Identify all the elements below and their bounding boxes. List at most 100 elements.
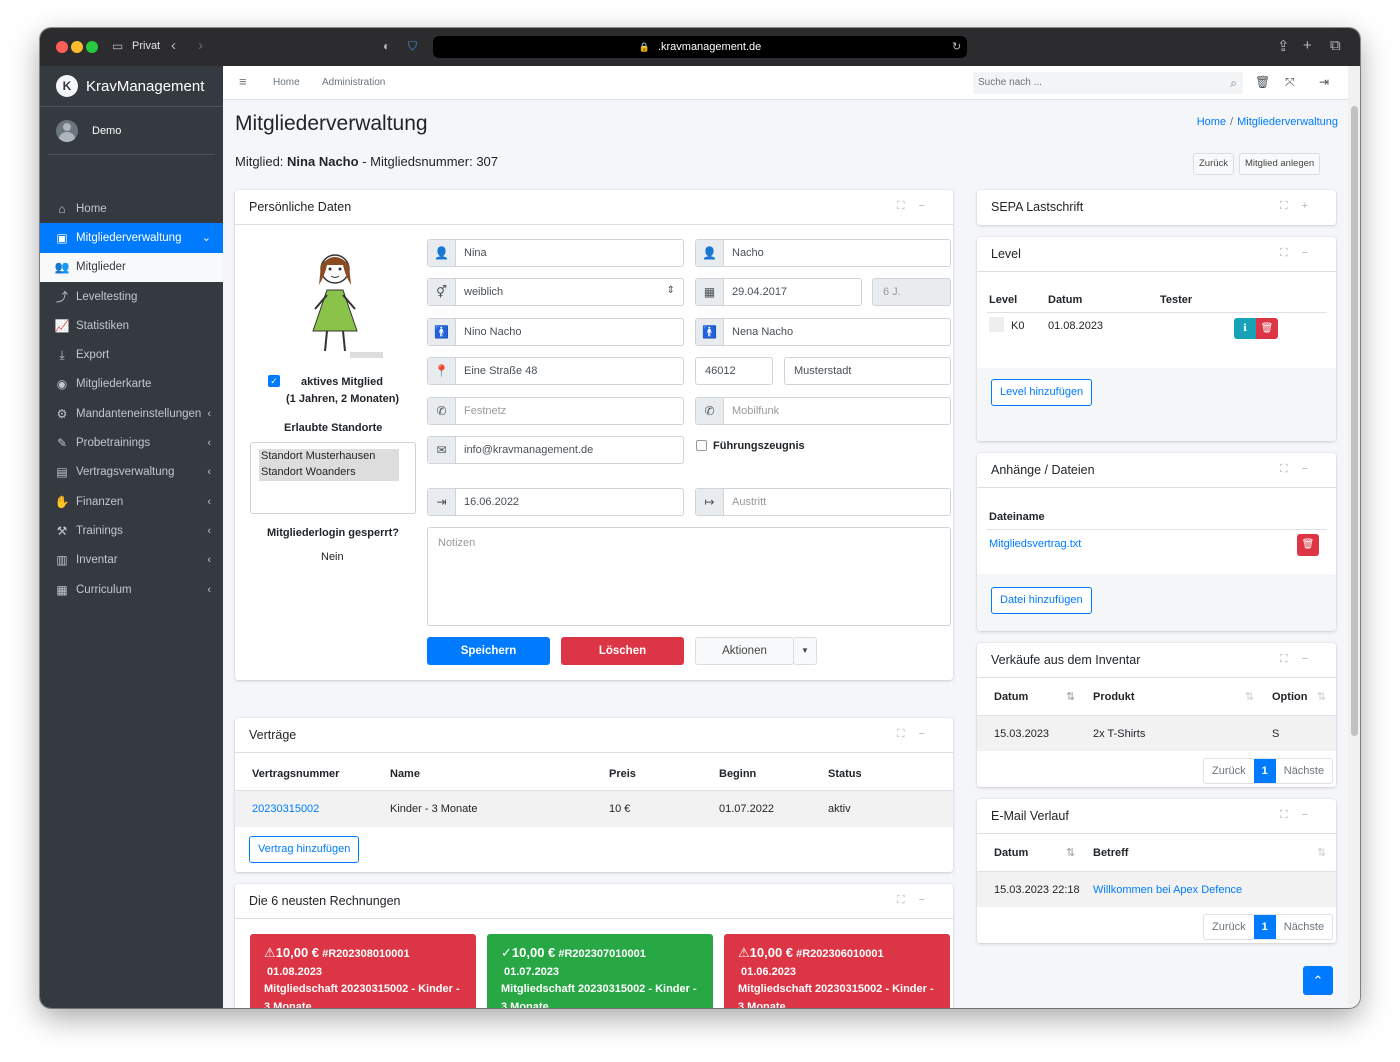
scrollbar-thumb[interactable] xyxy=(1351,106,1358,736)
sort-icon[interactable]: ⇅ xyxy=(1317,690,1326,703)
first-name-field[interactable]: 👤 Nina xyxy=(427,239,684,267)
table-header[interactable]: Datum xyxy=(994,691,1028,703)
phone-field[interactable]: ✆ Festnetz xyxy=(427,397,684,425)
location-option[interactable]: Standort Woanders xyxy=(261,466,356,478)
add-file-button[interactable]: Datei hinzufügen xyxy=(991,587,1092,614)
gender-select[interactable]: ⚥ weiblich ⇕ xyxy=(427,278,684,306)
table-header[interactable]: Option xyxy=(1272,691,1307,703)
minimize-window-button[interactable] xyxy=(71,41,83,53)
contract-number-link[interactable]: 20230315002 xyxy=(252,803,319,815)
card-tools[interactable]: ⛶− xyxy=(1280,247,1322,260)
table-header[interactable]: Vertragsnummer xyxy=(252,768,339,780)
forward-arrow-icon[interactable]: › xyxy=(198,37,203,54)
street-field[interactable]: 📍 Eine Straße 48 xyxy=(427,357,684,385)
pagination-prev[interactable]: Zurück xyxy=(1204,759,1254,783)
back-arrow-icon[interactable]: ‹ xyxy=(171,37,176,54)
sidebar-item-mitgliederkarte[interactable]: ◉ Mitgliederkarte xyxy=(40,370,223,399)
add-contract-button[interactable]: Vertrag hinzufügen xyxy=(249,836,360,863)
exit-date-field[interactable]: ↦ Austritt xyxy=(695,488,951,516)
email-field[interactable]: ✉ info@kravmanagement.de xyxy=(427,436,684,464)
invoice-tile[interactable]: ⚠10,00 € #R202306010001 01.06.2023 Mitglie… xyxy=(724,934,950,1008)
zoom-window-button[interactable] xyxy=(86,41,98,53)
reload-icon[interactable]: ↻ xyxy=(952,40,961,53)
table-header[interactable]: Betreff xyxy=(1093,847,1128,859)
back-button[interactable]: Zurück xyxy=(1193,153,1235,175)
sidebar-item-probetrainings[interactable]: ✎ Probetrainings ‹ xyxy=(40,428,223,457)
privacy-shield-icon[interactable]: ⛉ xyxy=(408,39,417,54)
scroll-to-top-button[interactable]: ⌃ xyxy=(1303,966,1333,995)
mobile-field[interactable]: ✆ Mobilfunk xyxy=(695,397,951,425)
user-panel[interactable]: Demo xyxy=(48,107,215,155)
shield-icon[interactable]: ◐ xyxy=(383,39,390,53)
last-name-field[interactable]: 👤 Nacho xyxy=(695,239,951,267)
menu-toggle-icon[interactable]: ≡ xyxy=(239,74,247,89)
close-window-button[interactable] xyxy=(56,41,68,53)
sort-icon[interactable]: ⇅ xyxy=(1317,846,1326,859)
nav-home-link[interactable]: Home xyxy=(273,77,300,88)
file-link[interactable]: Mitgliedsvertrag.txt xyxy=(989,538,1081,550)
delete-level-button[interactable]: 🗑 xyxy=(1256,318,1278,339)
sidebar-item-finanzen[interactable]: ✋ Finanzen ‹ xyxy=(40,487,223,516)
zip-field[interactable]: 46012 xyxy=(695,357,773,385)
sidebar-item-vertragsverwaltung[interactable]: ▤ Vertragsverwaltung ‹ xyxy=(40,458,223,487)
pagination-prev[interactable]: Zurück xyxy=(1204,915,1254,939)
sidebar-item-export[interactable]: ⤓ Export xyxy=(40,340,223,369)
card-tools[interactable]: ⛶− xyxy=(1280,463,1322,476)
table-header[interactable]: Beginn xyxy=(719,768,756,780)
search-icon[interactable]: ⌕ xyxy=(1230,72,1237,94)
table-header[interactable]: Status xyxy=(828,768,862,780)
sidebar-item-statistiken[interactable]: 📈 Statistiken xyxy=(40,311,223,340)
brand[interactable]: K KravManagement xyxy=(40,66,223,107)
delete-button[interactable]: Löschen xyxy=(561,637,684,665)
parent1-field[interactable]: 🚹 Nino Nacho xyxy=(427,318,684,346)
sidebar-toggle-icon[interactable]: ▭ xyxy=(112,39,123,53)
sidebar-item-mitglieder[interactable]: 👥 Mitglieder xyxy=(40,252,223,282)
locations-select[interactable]: Standort Musterhausen Standort Woanders xyxy=(250,442,416,514)
share-icon[interactable]: ⇪ xyxy=(1277,37,1290,55)
fullscreen-icon[interactable]: ⤧ xyxy=(1285,75,1295,90)
scrollbar[interactable] xyxy=(1348,66,1360,1008)
table-header[interactable]: Produkt xyxy=(1093,691,1135,703)
card-tools[interactable]: ⛶+ xyxy=(1280,200,1322,213)
card-tools[interactable]: ⛶− xyxy=(897,200,939,213)
table-header[interactable]: Name xyxy=(390,768,420,780)
notes-textarea[interactable]: Notizen xyxy=(427,527,951,626)
new-tab-icon[interactable]: + xyxy=(1303,37,1312,54)
table-header[interactable]: Preis xyxy=(609,768,636,780)
sidebar-item-home[interactable]: ⌂ Home xyxy=(40,194,223,223)
info-button[interactable]: ℹ xyxy=(1234,318,1256,339)
city-field[interactable]: Musterstadt xyxy=(784,357,951,385)
sort-icon[interactable]: ⇅ xyxy=(1066,690,1075,703)
entry-date-field[interactable]: ⇥ 16.06.2022 xyxy=(427,488,684,516)
active-member-checkbox[interactable]: ✓ xyxy=(268,375,280,387)
sort-icon[interactable]: ⇅ xyxy=(1245,690,1254,703)
sidebar-item-mandanteneinstellungen[interactable]: ⚙ Mandanteneinstellungen ‹ xyxy=(40,399,223,428)
pagination-next[interactable]: Nächste xyxy=(1276,915,1332,939)
police-certificate-checkbox[interactable] xyxy=(696,440,707,451)
sidebar-item-curriculum[interactable]: ▦ Curriculum ‹ xyxy=(40,575,223,604)
nav-administration-link[interactable]: Administration xyxy=(322,77,385,88)
sidebar-item-mitgliederverwaltung[interactable]: ▣ Mitgliederverwaltung ⌄ xyxy=(40,223,223,253)
location-option[interactable]: Standort Musterhausen xyxy=(261,450,375,462)
sort-icon[interactable]: ⇅ xyxy=(1066,846,1075,859)
birthdate-field[interactable]: ▦ 29.04.2017 xyxy=(695,278,862,306)
logout-icon[interactable]: ⇥ xyxy=(1319,75,1329,89)
pagination-page[interactable]: 1 xyxy=(1253,759,1276,783)
table-header[interactable]: Datum xyxy=(994,847,1028,859)
email-subject-link[interactable]: Willkommen bei Apex Defence xyxy=(1093,884,1242,896)
save-button[interactable]: Speichern xyxy=(427,637,550,665)
sidebar-item-trainings[interactable]: ⚒ Trainings ‹ xyxy=(40,516,223,545)
invoice-tile[interactable]: ⚠10,00 € #R202308010001 01.08.2023 Mitglie… xyxy=(250,934,476,1008)
add-member-button[interactable]: Mitglied anlegen xyxy=(1239,153,1321,175)
trash-icon[interactable]: 🗑 xyxy=(1255,75,1270,89)
address-bar[interactable]: 🔒 .kravmanagement.de xyxy=(433,36,967,58)
card-tools[interactable]: ⛶− xyxy=(897,728,939,741)
search-input[interactable]: Suche nach ... ⌕ xyxy=(973,72,1243,94)
sidebar-item-inventar[interactable]: ▥ Inventar ‹ xyxy=(40,546,223,575)
tabs-overview-icon[interactable]: ⧉ xyxy=(1330,37,1341,54)
actions-button[interactable]: Aktionen xyxy=(695,637,794,665)
card-tools[interactable]: ⛶− xyxy=(1280,653,1322,666)
parent2-field[interactable]: 🚹 Nena Nacho xyxy=(695,318,951,346)
card-tools[interactable]: ⛶− xyxy=(897,894,939,907)
add-level-button[interactable]: Level hinzufügen xyxy=(991,379,1093,406)
